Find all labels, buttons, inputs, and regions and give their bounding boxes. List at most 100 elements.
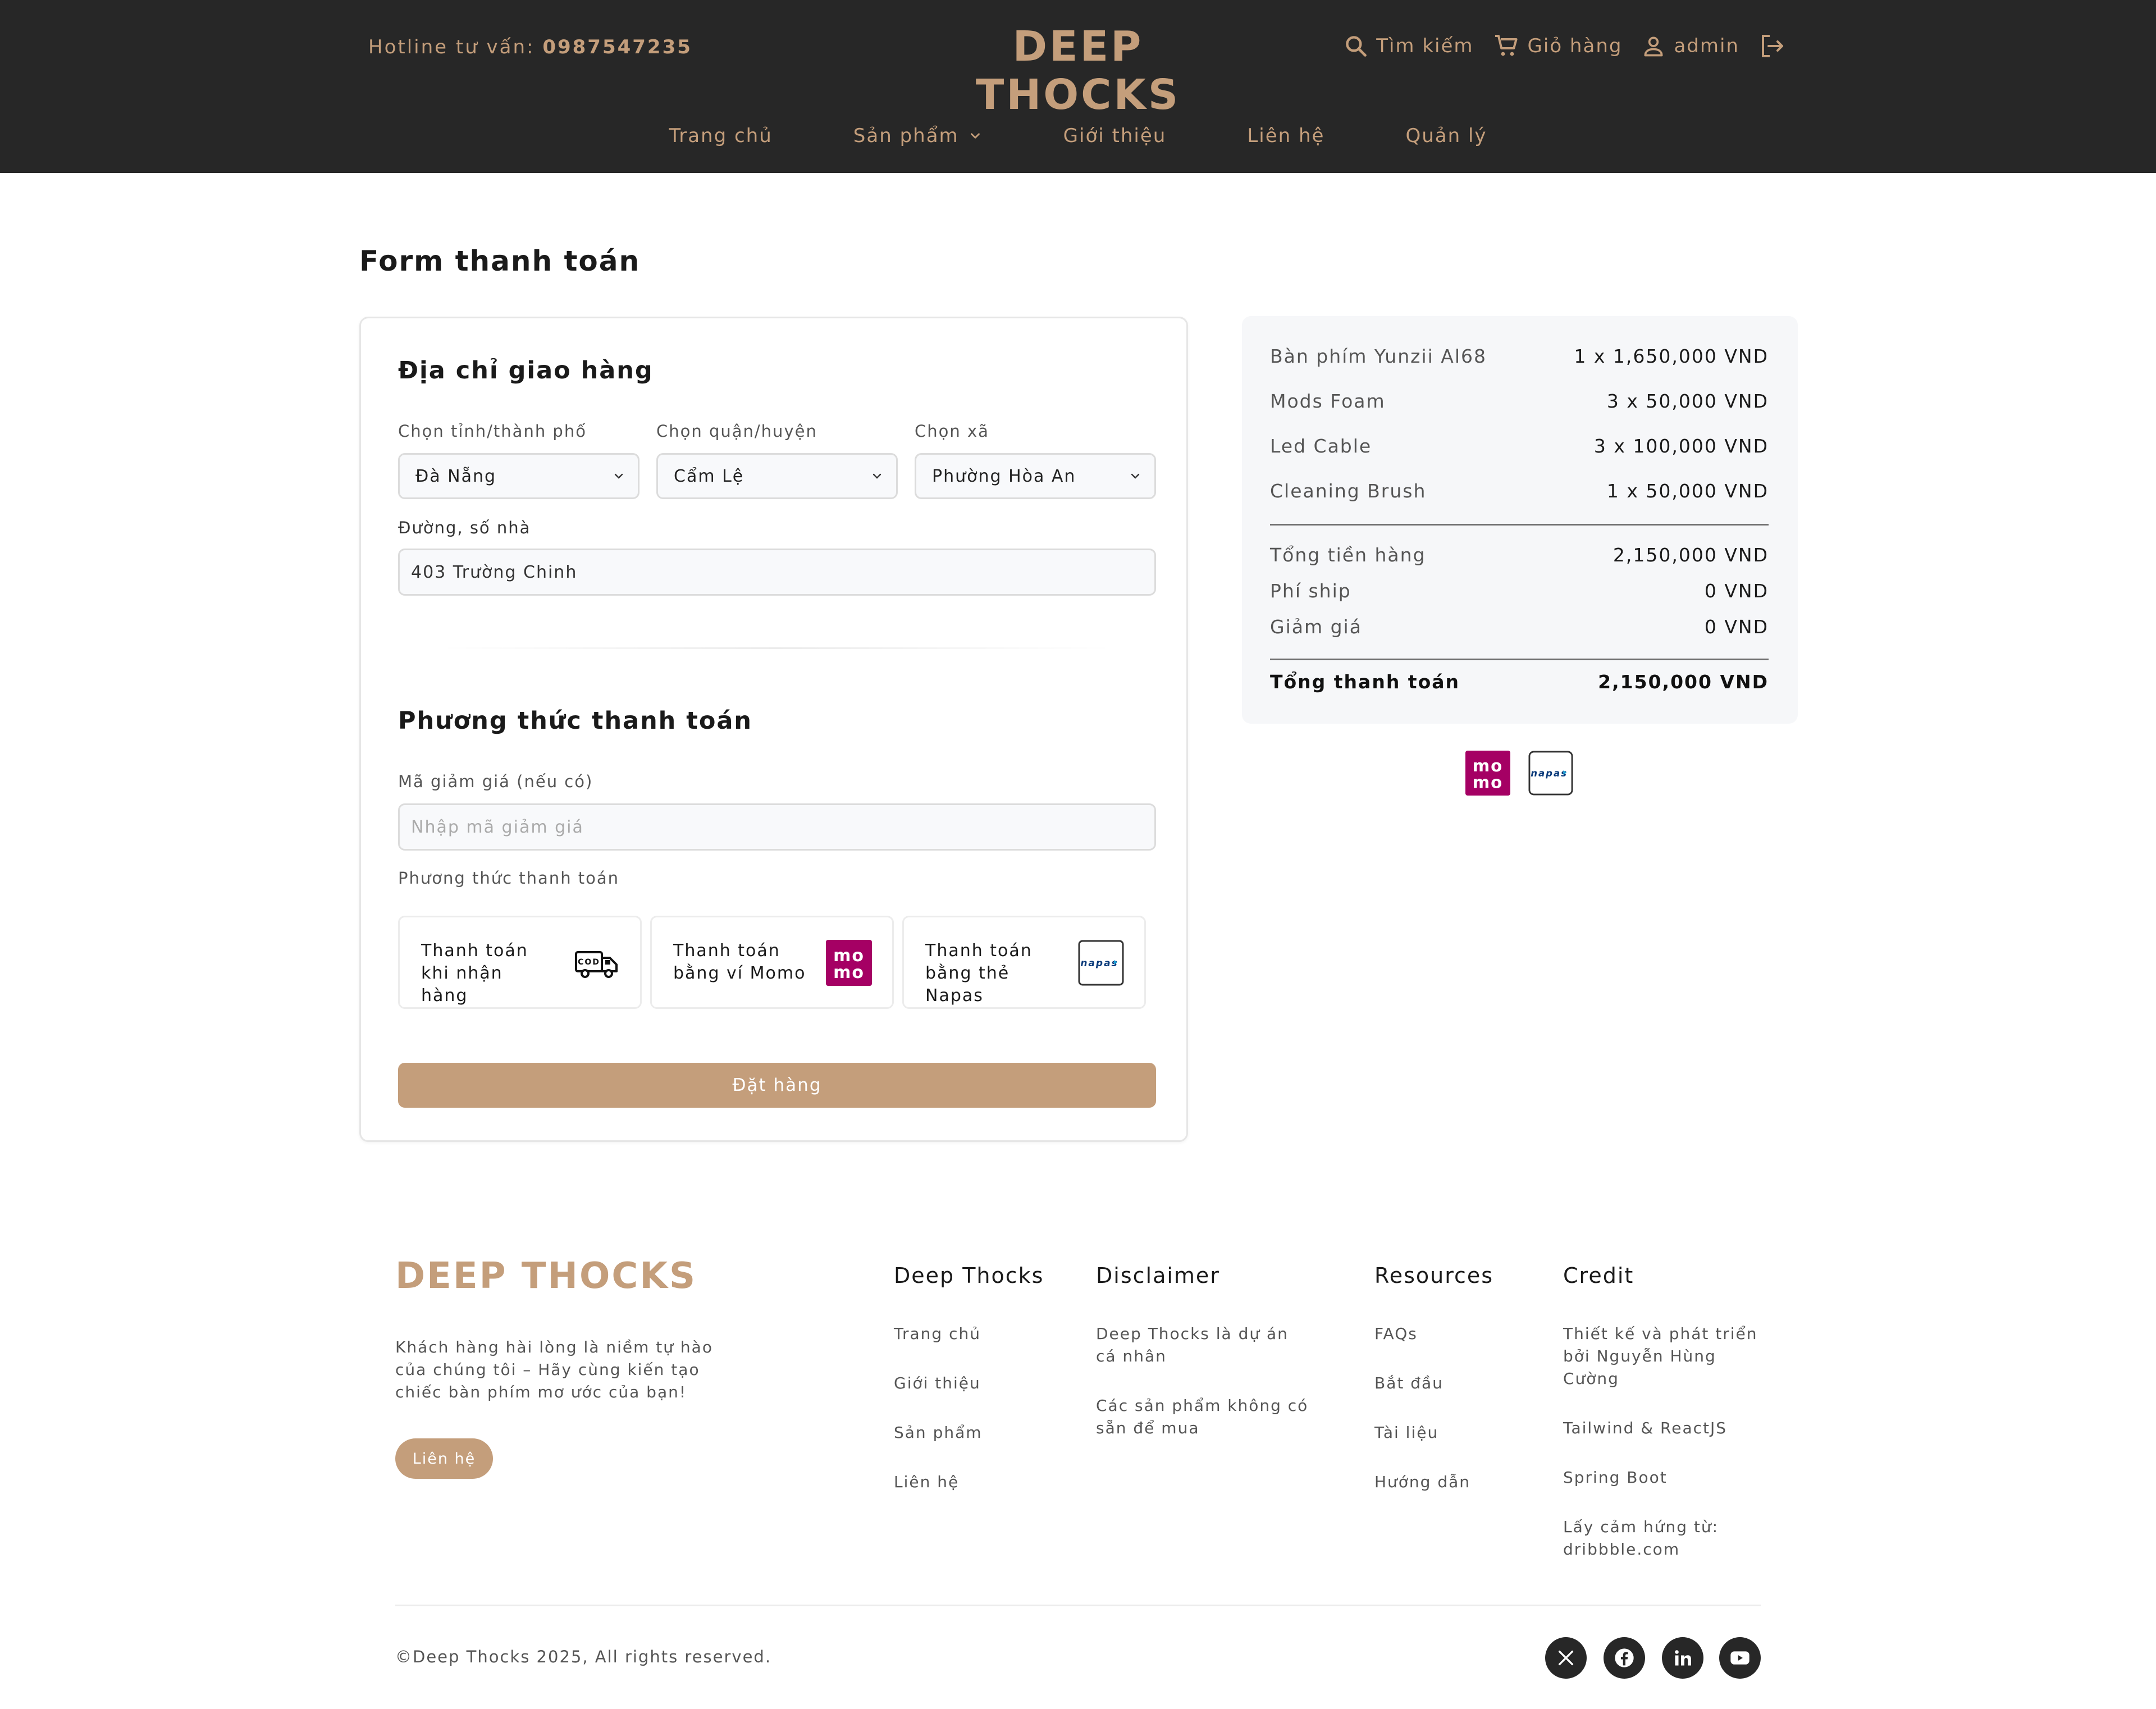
order-summary: Bàn phím Yunzii Al68 1 x 1,650,000 VND M… bbox=[1242, 316, 1798, 724]
footer-link[interactable]: Bắt đầu bbox=[1374, 1372, 1444, 1395]
footer-brand[interactable]: DEEP THOCKS bbox=[395, 1255, 697, 1297]
payment-heading: Phương thức thanh toán bbox=[398, 707, 752, 735]
footer-description: Khách hàng hài lòng là niềm tự hào của c… bbox=[395, 1338, 713, 1401]
chevron-down-icon bbox=[968, 129, 983, 143]
discount-label: Mã giảm giá (nếu có) bbox=[398, 772, 593, 791]
search-label: Tìm kiếm bbox=[1376, 35, 1474, 57]
summary-item-price: 3 x 100,000 VND bbox=[1593, 435, 1769, 457]
site-header: Hotline tư vấn: 0987547235 DEEP THOCKS T… bbox=[0, 0, 2156, 173]
svg-text:napas: napas bbox=[1080, 958, 1118, 969]
nav-about-label: Giới thiệu bbox=[1063, 125, 1167, 147]
ward-label: Chọn xã bbox=[915, 422, 989, 441]
summary-item-name: Cleaning Brush bbox=[1270, 480, 1427, 502]
logout-icon bbox=[1758, 33, 1785, 60]
summary-item-name: Led Cable bbox=[1270, 435, 1372, 457]
nav-item-home[interactable]: Trang chủ bbox=[628, 125, 812, 147]
nav-manage-label: Quản lý bbox=[1405, 125, 1487, 147]
cart-icon bbox=[1493, 33, 1520, 60]
cart-label: Giỏ hàng bbox=[1527, 35, 1623, 57]
discount-amount-value: 0 VND bbox=[1704, 616, 1769, 638]
total-value: 2,150,000 VND bbox=[1598, 671, 1769, 693]
svg-text:mo: mo bbox=[1473, 773, 1503, 792]
footer-divider bbox=[395, 1605, 1761, 1606]
section-divider bbox=[440, 647, 1113, 649]
summary-divider bbox=[1270, 524, 1769, 526]
footer-link[interactable]: Liên hệ bbox=[894, 1471, 959, 1493]
summary-divider bbox=[1270, 659, 1769, 660]
user-label: admin bbox=[1674, 35, 1739, 57]
hotline-label: Hotline tư vấn: bbox=[368, 36, 543, 58]
nav-home-label: Trang chủ bbox=[669, 125, 773, 147]
street-input[interactable]: 403 Trường Chinh bbox=[398, 549, 1156, 596]
facebook-icon[interactable] bbox=[1604, 1637, 1645, 1679]
district-select[interactable]: Cẩm Lệ bbox=[656, 453, 898, 499]
nav-item-manage[interactable]: Quản lý bbox=[1365, 125, 1527, 147]
shipping-heading: Địa chỉ giao hàng bbox=[398, 357, 654, 385]
footer-link[interactable]: Deep Thocks là dự án cá nhân bbox=[1096, 1323, 1298, 1368]
ward-select[interactable]: Phường Hòa An bbox=[915, 453, 1156, 499]
summary-subtotal: Tổng tiền hàng 2,150,000 VND bbox=[1270, 544, 1769, 566]
youtube-icon[interactable] bbox=[1719, 1637, 1761, 1679]
summary-item: Led Cable 3 x 100,000 VND bbox=[1270, 435, 1769, 457]
method-label: Phương thức thanh toán bbox=[398, 869, 620, 888]
summary-discount: Giảm giá 0 VND bbox=[1270, 616, 1769, 638]
footer-link[interactable]: Hướng dẫn bbox=[1374, 1471, 1470, 1493]
main-nav: Trang chủ Sản phẩm Giới thiệu Liên hệ Qu… bbox=[0, 125, 2156, 147]
payment-option-label: Thanh toán khi nhận hàng bbox=[421, 941, 528, 1006]
nav-item-contact[interactable]: Liên hệ bbox=[1207, 125, 1365, 147]
subtotal-label: Tổng tiền hàng bbox=[1270, 544, 1426, 566]
search-icon bbox=[1344, 34, 1368, 58]
payment-option-label: Thanh toán bằng ví Momo bbox=[673, 941, 806, 983]
nav-item-products[interactable]: Sản phẩm bbox=[813, 125, 1023, 147]
shipping-fee-value: 0 VND bbox=[1704, 580, 1769, 602]
discount-input[interactable]: Nhập mã giảm giá bbox=[398, 803, 1156, 851]
momo-logo-icon: mo mo bbox=[1465, 751, 1510, 796]
cart-button[interactable]: Giỏ hàng bbox=[1493, 33, 1623, 60]
top-actions: Tìm kiếm Giỏ hàng admin bbox=[1344, 33, 1785, 60]
footer-link[interactable]: Các sản phẩm không có sẵn để mua bbox=[1096, 1395, 1309, 1440]
footer-link[interactable]: Giới thiệu bbox=[894, 1372, 981, 1395]
user-icon bbox=[1641, 34, 1666, 58]
summary-item-price: 1 x 50,000 VND bbox=[1606, 480, 1769, 502]
payment-option-napas[interactable]: Thanh toán bằng thẻ Napas napas bbox=[902, 916, 1146, 1009]
place-order-button[interactable]: Đặt hàng bbox=[398, 1063, 1156, 1108]
province-value: Đà Nẵng bbox=[415, 466, 497, 486]
footer-link[interactable]: Trang chủ bbox=[894, 1323, 981, 1345]
summary-shipping: Phí ship 0 VND bbox=[1270, 580, 1769, 602]
summary-item-price: 3 x 50,000 VND bbox=[1606, 390, 1769, 412]
user-menu[interactable]: admin bbox=[1641, 34, 1739, 58]
payment-option-label: Thanh toán bằng thẻ Napas bbox=[925, 941, 1033, 1006]
nav-item-about[interactable]: Giới thiệu bbox=[1023, 125, 1207, 147]
svg-text:napas: napas bbox=[1531, 768, 1568, 779]
footer-link[interactable]: FAQs bbox=[1374, 1323, 1418, 1345]
hotline-number[interactable]: 0987547235 bbox=[542, 36, 692, 58]
footer-col-title: Disclaimer bbox=[1096, 1263, 1220, 1288]
ward-value: Phường Hòa An bbox=[932, 466, 1076, 486]
footer-link[interactable]: Sản phẩm bbox=[894, 1422, 983, 1444]
checkout-form: Địa chỉ giao hàng Chọn tỉnh/thành phố Ch… bbox=[359, 317, 1188, 1142]
logout-button[interactable] bbox=[1758, 33, 1785, 60]
linkedin-icon[interactable] bbox=[1662, 1637, 1703, 1679]
province-select[interactable]: Đà Nẵng bbox=[398, 453, 640, 499]
footer-contact-button[interactable]: Liên hệ bbox=[395, 1438, 493, 1479]
street-value: 403 Trường Chinh bbox=[411, 562, 578, 582]
payment-option-cod[interactable]: Thanh toán khi nhận hàng COD bbox=[398, 916, 642, 1009]
summary-item-name: Mods Foam bbox=[1270, 390, 1386, 412]
brand-logo[interactable]: DEEP THOCKS bbox=[910, 22, 1246, 119]
footer-link[interactable]: Tailwind & ReactJS bbox=[1563, 1417, 1727, 1440]
street-label: Đường, số nhà bbox=[398, 518, 531, 537]
copyright: ©Deep Thocks 2025, All rights reserved. bbox=[395, 1647, 772, 1666]
svg-text:mo: mo bbox=[833, 963, 865, 983]
footer-link[interactable]: Thiết kế và phát triển bởi Nguyễn Hùng C… bbox=[1563, 1323, 1765, 1390]
total-label: Tổng thanh toán bbox=[1270, 671, 1460, 693]
footer-link[interactable]: Tài liệu bbox=[1374, 1422, 1438, 1444]
summary-item-price: 1 x 1,650,000 VND bbox=[1574, 345, 1769, 367]
footer-link[interactable]: Spring Boot bbox=[1563, 1466, 1668, 1489]
footer-link[interactable]: Lấy cảm hứng từ: dribbble.com bbox=[1563, 1516, 1743, 1561]
chevron-down-icon bbox=[612, 469, 625, 483]
subtotal-value: 2,150,000 VND bbox=[1613, 544, 1769, 566]
payment-option-momo[interactable]: Thanh toán bằng ví Momo mo mo bbox=[650, 916, 894, 1009]
x-icon[interactable] bbox=[1545, 1637, 1587, 1679]
summary-total: Tổng thanh toán 2,150,000 VND bbox=[1270, 671, 1769, 693]
search-button[interactable]: Tìm kiếm bbox=[1344, 34, 1473, 58]
